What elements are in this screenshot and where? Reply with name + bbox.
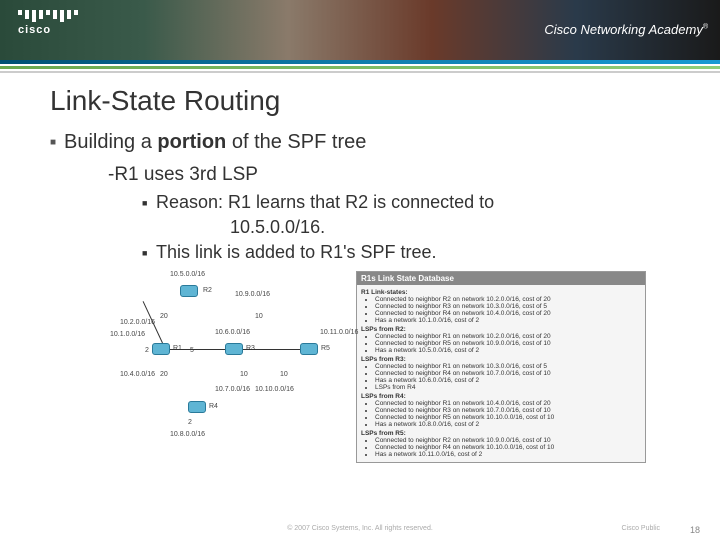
net-label: 10.8.0.0/16: [170, 431, 205, 438]
cost-label: 2: [145, 347, 149, 354]
db-item: Connected to neighbor R3 on network 10.3…: [375, 303, 641, 310]
link: [243, 349, 300, 350]
divider-green: [0, 66, 720, 69]
net-label: 10.6.0.0/16: [215, 329, 250, 336]
diagram-row: 10.5.0.0/16 R2 10.1.0.0/16 10.2.0.0/16 1…: [110, 271, 670, 463]
sub-bullet-2a: Reason: R1 learns that R2 is connected t…: [142, 192, 670, 213]
db-item: Connected to neighbor R5 on network 10.9…: [375, 340, 641, 347]
db-group: LSPs from R3:: [361, 356, 641, 363]
router-icon: [188, 401, 206, 413]
router-label: R4: [209, 403, 218, 410]
db-group: R1 Link-states:: [361, 289, 641, 296]
net-label: 10.5.0.0/16: [170, 271, 205, 278]
sub-bullet-2b: This link is added to R1's SPF tree.: [142, 242, 670, 263]
net-label: 10.2.0.0/16: [120, 319, 155, 326]
slide-title: Link-State Routing: [50, 85, 670, 117]
db-group: LSPs from R4:: [361, 393, 641, 400]
router-icon: [152, 343, 170, 355]
db-item: Has a network 10.6.0.0/16, cost of 2: [375, 377, 641, 384]
db-list: Connected to neighbor R1 on network 10.3…: [375, 363, 641, 391]
cost-label: 20: [160, 313, 168, 320]
cisco-logo: cisco: [18, 10, 79, 36]
db-item: Connected to neighbor R1 on network 10.2…: [375, 333, 641, 340]
db-item: Connected to neighbor R2 on network 10.2…: [375, 296, 641, 303]
logo-text: cisco: [18, 24, 79, 36]
net-label: 10.7.0.0/16: [215, 386, 250, 393]
slide-footer: © 2007 Cisco Systems, Inc. All rights re…: [0, 525, 720, 532]
db-item: Has a network 10.8.0.0/16, cost of 2: [375, 421, 641, 428]
logo-bars-icon: [18, 10, 79, 22]
db-item: Connected to neighbor R4 on network 10.7…: [375, 370, 641, 377]
db-item: Connected to neighbor R1 on network 10.3…: [375, 363, 641, 370]
router-icon: [180, 285, 198, 297]
academy-label: Cisco Networking Academy®: [544, 22, 708, 37]
link: [170, 349, 225, 350]
db-item: Connected to neighbor R4 on network 10.1…: [375, 444, 641, 451]
db-item: Has a network 10.1.0.0/16, cost of 2: [375, 317, 641, 324]
db-item: Connected to neighbor R1 on network 10.4…: [375, 400, 641, 407]
router-label: R2: [203, 287, 212, 294]
router-icon: [300, 343, 318, 355]
cost-label: 2: [188, 419, 192, 426]
db-item: Has a network 10.11.0.0/16, cost of 2: [375, 451, 641, 458]
db-group: LSPs from R5:: [361, 430, 641, 437]
db-item: Connected to neighbor R4 on network 10.4…: [375, 310, 641, 317]
cost-label: 10: [255, 313, 263, 320]
copyright: © 2007 Cisco Systems, Inc. All rights re…: [287, 525, 433, 532]
sub-bullet-1: -R1 uses 3rd LSP: [108, 164, 670, 186]
db-item: Connected to neighbor R2 on network 10.9…: [375, 437, 641, 444]
topology-diagram: 10.5.0.0/16 R2 10.1.0.0/16 10.2.0.0/16 1…: [110, 271, 350, 446]
slide-content: Link-State Routing Building a portion of…: [0, 73, 720, 463]
db-item: Has a network 10.5.0.0/16, cost of 2: [375, 347, 641, 354]
db-title: R1s Link State Database: [357, 272, 645, 285]
db-list: Connected to neighbor R2 on network 10.9…: [375, 437, 641, 458]
sub-bullet-2a-cont: 10.5.0.0/16.: [230, 217, 670, 238]
cost-label: 20: [160, 371, 168, 378]
cisco-public: Cisco Public: [621, 525, 660, 532]
net-label: 10.11.0.0/16: [320, 329, 358, 336]
divider-blue: [0, 60, 720, 64]
cost-label: 10: [240, 371, 248, 378]
link-state-database-panel: R1s Link State Database R1 Link-states: …: [356, 271, 646, 463]
net-label: 10.9.0.0/16: [235, 291, 270, 298]
db-item: Connected to neighbor R3 on network 10.7…: [375, 407, 641, 414]
db-list: Connected to neighbor R2 on network 10.2…: [375, 296, 641, 324]
slide-header: cisco Cisco Networking Academy®: [0, 0, 720, 60]
main-bullet: Building a portion of the SPF tree: [50, 131, 670, 154]
db-group: LSPs from R2:: [361, 326, 641, 333]
router-label: R5: [321, 345, 330, 352]
cost-label: 10: [280, 371, 288, 378]
db-list: Connected to neighbor R1 on network 10.2…: [375, 333, 641, 354]
router-icon: [225, 343, 243, 355]
net-label: 10.1.0.0/16: [110, 331, 145, 338]
db-item: LSPs from R4: [375, 384, 641, 391]
net-label: 10.4.0.0/16: [120, 371, 155, 378]
net-label: 10.10.0.0/16: [255, 386, 294, 393]
page-number: 18: [690, 525, 700, 535]
db-list: Connected to neighbor R1 on network 10.4…: [375, 400, 641, 428]
db-item: Connected to neighbor R5 on network 10.1…: [375, 414, 641, 421]
